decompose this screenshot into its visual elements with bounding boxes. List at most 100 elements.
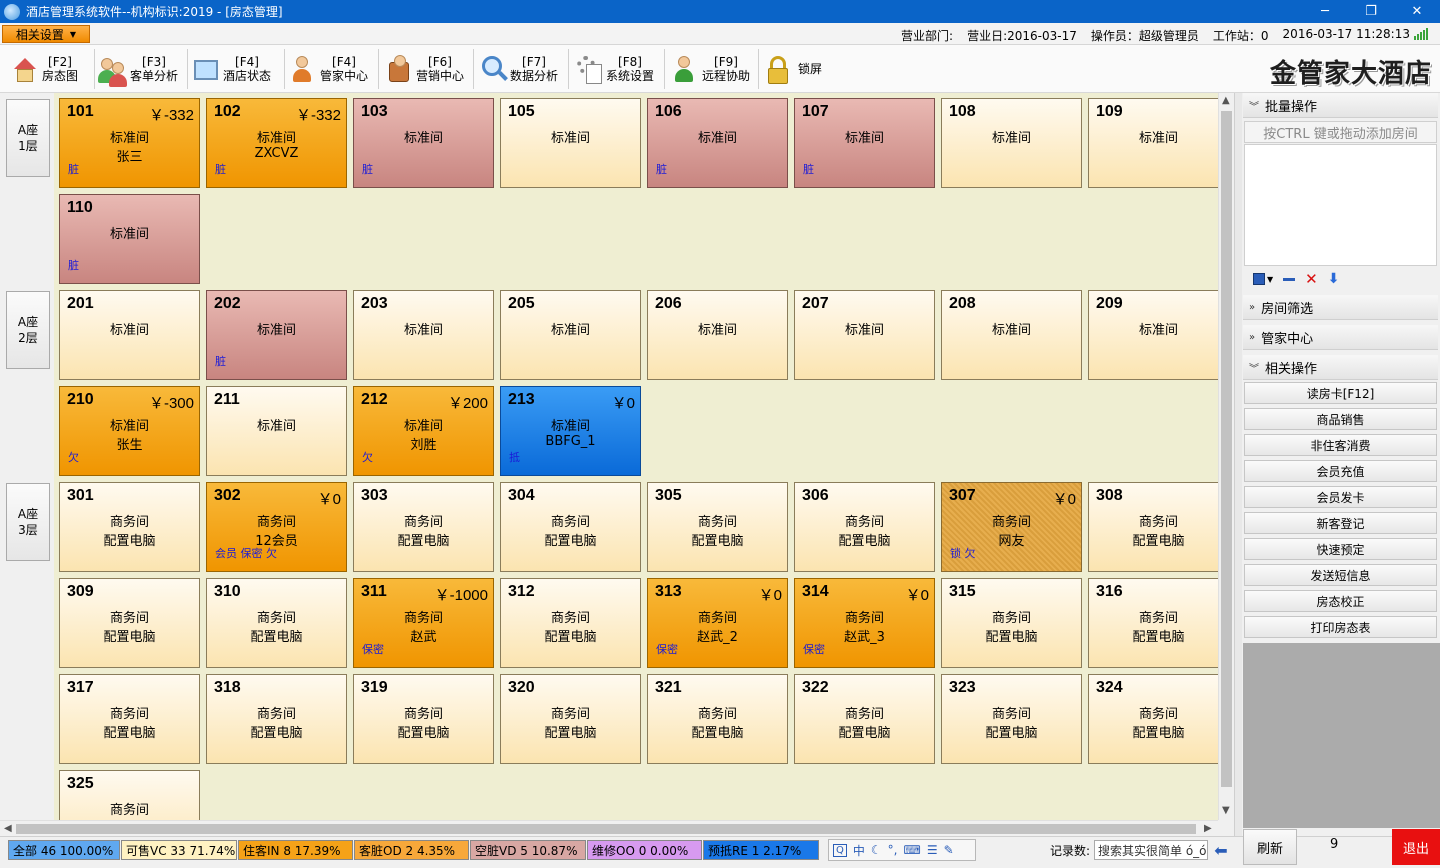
room-card-316[interactable]: 316 商务间 配置电脑 [1088,578,1218,668]
op-button[interactable]: 新客登记 [1244,512,1437,534]
op-button[interactable]: 会员充值 [1244,460,1437,482]
op-button[interactable]: 快速预定 [1244,538,1437,560]
op-button[interactable]: 会员发卡 [1244,486,1437,508]
move-down-icon[interactable]: ⬇ [1328,271,1340,287]
minimize-button[interactable]: ─ [1302,0,1348,23]
toolbar-hotel-status[interactable]: [F4] 酒店状态 [191,47,271,91]
restore-button[interactable]: ❐ [1348,0,1394,23]
settings-menu-button[interactable]: 相关设置 ▼ [2,25,90,43]
exit-button[interactable]: 退出 [1392,829,1440,865]
remove-icon[interactable] [1283,277,1296,281]
room-card-308[interactable]: 308 商务间 配置电脑 [1088,482,1218,572]
room-card-305[interactable]: 305 商务间 配置电脑 [647,482,788,572]
stat-box[interactable]: 预抵RE 1 2.17% [703,840,819,860]
room-card-324[interactable]: 324 商务间 配置电脑 [1088,674,1218,764]
room-card-318[interactable]: 318 商务间 配置电脑 [206,674,347,764]
stat-box[interactable]: 住客IN 8 17.39% [238,840,353,860]
scroll-right-icon[interactable]: ▶ [1204,823,1212,834]
room-card-110[interactable]: 110 标准间脏 [59,194,200,284]
room-card-314[interactable]: 314 ￥0 商务间 赵武_3 保密 [794,578,935,668]
batch-room-list[interactable] [1244,144,1437,266]
room-card-201[interactable]: 201 标准间 [59,290,200,380]
scroll-left-icon[interactable]: ◀ [4,823,12,834]
room-card-315[interactable]: 315 商务间 配置电脑 [941,578,1082,668]
close-button[interactable]: ✕ [1394,0,1440,23]
room-card-109[interactable]: 109 标准间 [1088,98,1218,188]
butler-center-header[interactable]: » 管家中心 [1243,325,1438,350]
room-card-319[interactable]: 319 商务间 配置电脑 [353,674,494,764]
scroll-up-icon[interactable]: ▲ [1222,95,1230,106]
room-card-206[interactable]: 206 标准间 [647,290,788,380]
room-card-322[interactable]: 322 商务间 配置电脑 [794,674,935,764]
floor-tab-a1[interactable]: A座 1层 [6,99,50,177]
floor-tab-a3[interactable]: A座 3层 [6,483,50,561]
room-card-209[interactable]: 209 标准间 [1088,290,1218,380]
ime-toolbar[interactable]: Q 中 ☾ °, ⌨ ☰ ✎ [828,839,976,861]
room-card-320[interactable]: 320 商务间 配置电脑 [500,674,641,764]
search-go-icon[interactable]: ⬅ [1211,840,1231,860]
room-card-207[interactable]: 207 标准间 [794,290,935,380]
stat-box[interactable]: 全部 46 100.00% [8,840,120,860]
op-button[interactable]: 房态校正 [1244,590,1437,612]
toolbar-butler-center[interactable]: [F4] 管家中心 [288,47,368,91]
room-card-105[interactable]: 105 标准间 [500,98,641,188]
room-card-307[interactable]: 307 ￥0 商务间 网友锁 欠 [941,482,1082,572]
dropdown-icon[interactable]: ▼ [1267,275,1273,284]
toolbar-marketing-center[interactable]: [F6] 营销中心 [384,47,464,91]
room-card-303[interactable]: 303 商务间 配置电脑 [353,482,494,572]
horizontal-scrollbar[interactable]: ◀ ▶ [0,820,1218,836]
room-card-205[interactable]: 205 标准间 [500,290,641,380]
room-card-313[interactable]: 313 ￥0 商务间 赵武_2 保密 [647,578,788,668]
room-card-301[interactable]: 301 商务间 配置电脑 [59,482,200,572]
panel-splitter[interactable] [1234,93,1242,836]
room-card-306[interactable]: 306 商务间 配置电脑 [794,482,935,572]
toolbar-room-map[interactable]: [F2] 房态图 [10,47,78,91]
room-filter-header[interactable]: » 房间筛选 [1243,295,1438,320]
room-card-323[interactable]: 323 商务间 配置电脑 [941,674,1082,764]
toolbar-guest-analysis[interactable]: [F3] 客单分析 [98,47,178,91]
scroll-thumb[interactable] [16,824,1196,834]
toolbar-system-settings[interactable]: [F8] 系统设置 [574,47,654,91]
room-card-210[interactable]: 210 ￥-300 标准间 张生欠 [59,386,200,476]
vertical-scrollbar[interactable]: ▲ ▼ [1218,93,1234,820]
op-button[interactable]: 非住客消费 [1244,434,1437,456]
room-card-304[interactable]: 304 商务间 配置电脑 [500,482,641,572]
room-card-325[interactable]: 325 商务间 [59,770,200,820]
room-card-106[interactable]: 106 标准间脏 [647,98,788,188]
batch-ops-header[interactable]: ︾ 批量操作 [1243,93,1438,118]
room-card-309[interactable]: 309 商务间 配置电脑 [59,578,200,668]
toolbar-remote-assist[interactable]: [F9] 远程协助 [670,47,750,91]
op-button[interactable]: 读房卡[F12] [1244,382,1437,404]
room-card-311[interactable]: 311 ￥-1000 商务间 赵武 保密 [353,578,494,668]
room-card-211[interactable]: 211 标准间 [206,386,347,476]
room-card-203[interactable]: 203 标准间 [353,290,494,380]
toolbar-data-analysis[interactable]: [F7] 数据分析 [478,47,558,91]
room-card-302[interactable]: 302 ￥0 商务间 12会员 会员 保密 欠 [206,482,347,572]
toolbar-lock-screen[interactable]: 锁屏 [764,47,822,91]
room-card-108[interactable]: 108 标准间 [941,98,1082,188]
search-input[interactable]: 搜索其实很简单 ó_ó [1094,840,1208,860]
room-card-101[interactable]: 101 ￥-332 标准间 张三脏 [59,98,200,188]
stat-box[interactable]: 客脏OD 2 4.35% [354,840,469,860]
op-button[interactable]: 发送短信息 [1244,564,1437,586]
op-button[interactable]: 打印房态表 [1244,616,1437,638]
stat-box[interactable]: 空脏VD 5 10.87% [470,840,586,860]
room-card-208[interactable]: 208 标准间 [941,290,1082,380]
scroll-down-icon[interactable]: ▼ [1222,805,1230,816]
room-card-321[interactable]: 321 商务间 配置电脑 [647,674,788,764]
select-all-icon[interactable] [1253,273,1265,285]
delete-icon[interactable]: ✕ [1305,272,1318,287]
room-card-202[interactable]: 202 标准间脏 [206,290,347,380]
room-card-102[interactable]: 102 ￥-332 标准间 ZXCVZ 脏 [206,98,347,188]
related-ops-header[interactable]: ︾ 相关操作 [1243,355,1438,380]
room-card-310[interactable]: 310 商务间 配置电脑 [206,578,347,668]
room-card-213[interactable]: 213 ￥0 标准间 BBFG_1 抵 [500,386,641,476]
refresh-button[interactable]: 刷新 [1243,829,1297,865]
room-card-317[interactable]: 317 商务间 配置电脑 [59,674,200,764]
stat-box[interactable]: 可售VC 33 71.74% [121,840,237,860]
scroll-thumb[interactable] [1221,111,1232,787]
room-card-103[interactable]: 103 标准间脏 [353,98,494,188]
room-card-107[interactable]: 107 标准间脏 [794,98,935,188]
op-button[interactable]: 商品销售 [1244,408,1437,430]
floor-tab-a2[interactable]: A座 2层 [6,291,50,369]
